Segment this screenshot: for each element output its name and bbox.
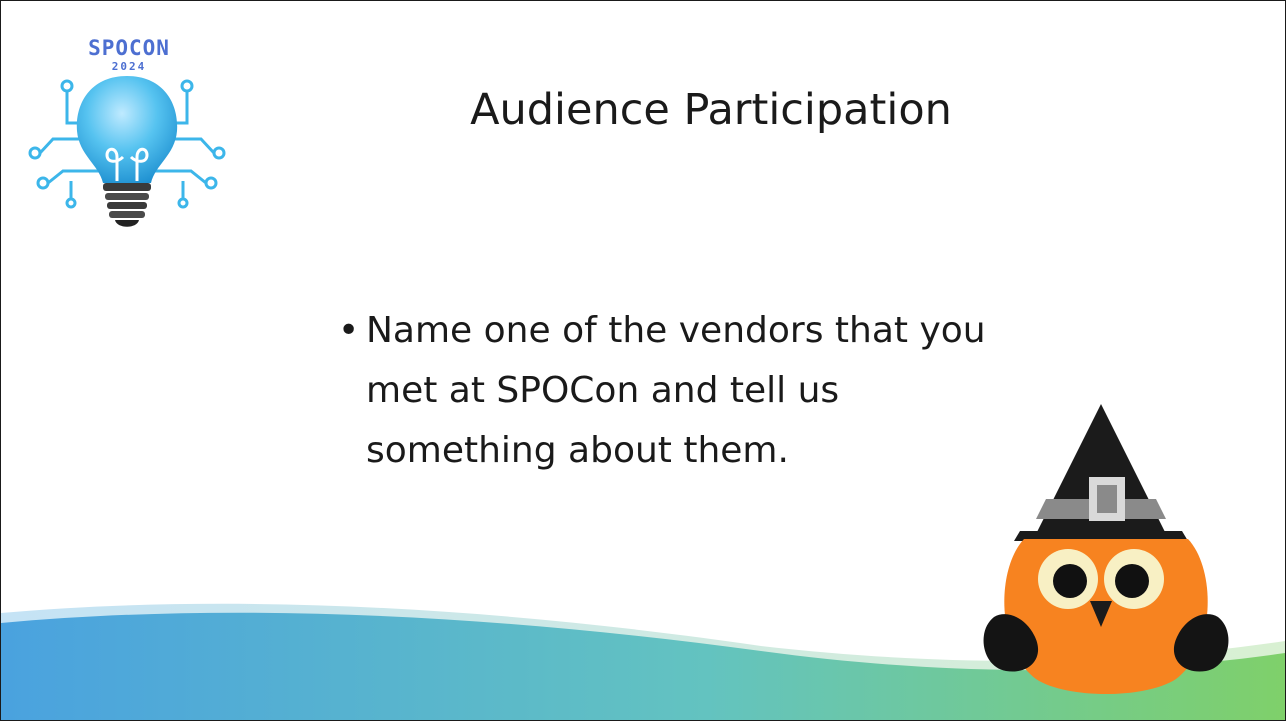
slide: SPOCON 2024 Audience Participation • Nam…	[0, 0, 1286, 721]
lightbulb-circuit-logo-icon	[28, 76, 226, 227]
bullet-list: • Name one of the vendors that you met a…	[336, 301, 1026, 481]
slide-title: Audience Participation	[470, 85, 952, 135]
bullet-item: • Name one of the vendors that you met a…	[336, 301, 1026, 481]
owl-witch-hat-icon	[983, 404, 1229, 694]
bullet-text: Name one of the vendors that you met at …	[366, 310, 986, 471]
bullet-icon: •	[338, 310, 360, 351]
